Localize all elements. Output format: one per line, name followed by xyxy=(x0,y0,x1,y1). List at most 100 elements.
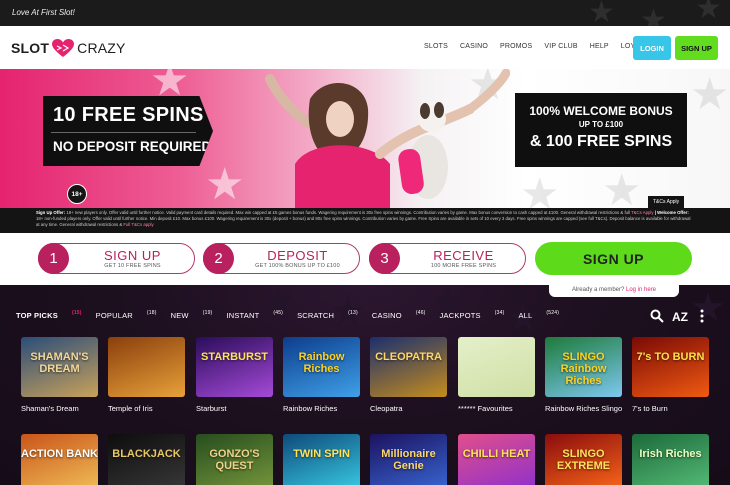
game-logo-text: STARBURST xyxy=(200,351,268,363)
game-thumbnail xyxy=(108,337,185,397)
game-tile[interactable]: 7's TO BURN xyxy=(632,337,709,397)
divider xyxy=(51,132,196,133)
game-tile[interactable]: SLINGO EXTREME xyxy=(545,434,622,485)
decor-star-icon: ★ xyxy=(205,160,245,209)
game-logo-text: SHAMAN'S DREAM xyxy=(30,351,89,375)
logo-word-crazy: CRAZY xyxy=(77,40,126,56)
game-tile[interactable] xyxy=(108,337,185,397)
filter-label: SCRATCH xyxy=(297,310,335,320)
game-tile[interactable]: Irish Riches xyxy=(632,434,709,485)
nav-casino[interactable]: CASINO xyxy=(460,43,488,50)
game-logo-text: SLINGO EXTREME xyxy=(556,448,611,472)
already-member-note: Already a member? Log in here xyxy=(549,284,679,297)
step-title: RECEIVE xyxy=(433,248,494,263)
sort-az-icon[interactable]: AZ xyxy=(672,310,688,324)
game-logo-text: Irish Riches xyxy=(639,448,702,460)
game-name[interactable]: Rainbow Riches Slingo xyxy=(545,403,625,415)
steps-bar: 1 SIGN UP GET 10 FREE SPINS 2 DEPOSIT GE… xyxy=(0,233,730,285)
filter-count: (34) xyxy=(494,310,505,316)
step-title: DEPOSIT xyxy=(267,248,328,263)
filter-count: (45) xyxy=(273,310,284,316)
filter-tab-new[interactable]: NEW (19) xyxy=(171,310,213,320)
nav-help[interactable]: HELP xyxy=(590,43,609,50)
step-number: 3 xyxy=(369,242,400,274)
age-restriction-badge: 18+ xyxy=(67,184,87,204)
terms-label: Sign Up Offer: xyxy=(36,210,66,215)
game-name[interactable]: Temple of Iris xyxy=(108,403,188,415)
filter-tab-scratch[interactable]: SCRATCH (13) xyxy=(297,310,358,320)
step-subtitle: 100 MORE FREE SPINS xyxy=(430,263,497,269)
terms-link[interactable]: T&Cs Apply xyxy=(631,210,653,215)
filter-count: (19) xyxy=(202,310,213,316)
game-tile[interactable]: BLACKJACK xyxy=(108,434,185,485)
no-deposit-text: NO DEPOSIT REQUIRED xyxy=(53,139,212,154)
game-tile[interactable]: CHILLI HEAT xyxy=(458,434,535,485)
filter-label: CASINO xyxy=(371,310,402,320)
more-options-icon[interactable] xyxy=(699,309,705,323)
filter-label: NEW xyxy=(170,310,189,320)
step-signup[interactable]: 1 SIGN UP GET 10 FREE SPINS xyxy=(38,242,195,274)
logo[interactable]: SLOT CRAZY xyxy=(11,38,126,58)
game-name[interactable]: Cleopatra xyxy=(370,403,450,415)
filter-count: (524) xyxy=(546,310,560,316)
game-tile[interactable]: Rainbow Riches xyxy=(283,337,360,397)
game-tile[interactable]: ACTION BANK xyxy=(21,434,98,485)
game-tile[interactable]: GONZO'S QUEST xyxy=(196,434,273,485)
game-logo-text: Rainbow Riches xyxy=(298,351,345,375)
hero-woman-with-dog-image xyxy=(265,69,510,209)
filter-count: (18) xyxy=(146,310,157,316)
game-tile[interactable]: TWIN SPIN xyxy=(283,434,360,485)
game-tile[interactable]: SLINGO Rainbow Riches xyxy=(545,337,622,397)
game-tile[interactable]: CLEOPATRA xyxy=(370,337,447,397)
header-signup-button[interactable]: SIGN UP xyxy=(675,36,718,60)
filter-tab-popular[interactable]: POPULAR (18) xyxy=(96,310,157,320)
nav-promos[interactable]: PROMOS xyxy=(500,43,532,50)
filter-tab-casino[interactable]: CASINO (46) xyxy=(372,310,426,320)
bonus-cap-text: UP TO £100 xyxy=(578,120,624,129)
game-name[interactable]: ****** Favourites xyxy=(458,403,538,415)
search-icon[interactable] xyxy=(650,309,664,323)
filter-tab-top-picks[interactable]: TOP PICKS (15) xyxy=(16,310,82,320)
tcs-apply-link[interactable]: T&Cs Apply xyxy=(648,196,685,208)
decor-star-icon: ★ xyxy=(690,70,730,119)
game-logo-text: BLACKJACK xyxy=(112,448,181,460)
step-deposit[interactable]: 2 DEPOSIT GET 100% BONUS UP TO £100 xyxy=(203,242,360,274)
game-logo-text: Millionaire Genie xyxy=(381,448,436,472)
step-title: SIGN UP xyxy=(104,248,161,263)
filter-count: (15) xyxy=(71,310,82,316)
game-name[interactable]: 7's to Burn xyxy=(632,403,712,415)
game-tile[interactable]: SHAMAN'S DREAM xyxy=(21,337,98,397)
game-logo-text: 7's TO BURN xyxy=(636,351,705,363)
game-logo-text: SLINGO Rainbow Riches xyxy=(560,351,607,387)
filter-label: JACKPOTS xyxy=(439,310,481,320)
game-tile[interactable] xyxy=(458,337,535,397)
filter-tab-jackpots[interactable]: JACKPOTS (34) xyxy=(440,310,505,320)
login-here-link[interactable]: Log in here xyxy=(626,287,656,293)
game-logo-text: CLEOPATRA xyxy=(375,351,442,363)
decor-star-icon: ★ xyxy=(640,4,667,27)
game-name[interactable]: Starburst xyxy=(196,403,276,415)
site-header: SLOT CRAZY SLOTS CASINO PROMOS VIP CLUB … xyxy=(0,26,730,69)
terms-label: | Welcome Offer: xyxy=(653,210,689,215)
nav-slots[interactable]: SLOTS xyxy=(424,43,448,50)
nav-vip-club[interactable]: VIP CLUB xyxy=(544,43,577,50)
step-subtitle: GET 100% BONUS UP TO £100 xyxy=(255,263,340,269)
step-receive[interactable]: 3 RECEIVE 100 MORE FREE SPINS xyxy=(369,242,526,274)
filter-label: ALL xyxy=(518,310,533,320)
logo-word-slot: SLOT xyxy=(11,40,50,56)
main-signup-button[interactable]: SIGN UP xyxy=(535,242,692,275)
terms-link[interactable]: Full T&Cs apply xyxy=(123,222,153,227)
game-name[interactable]: Shaman's Dream xyxy=(21,403,101,415)
game-logo-text: GONZO'S QUEST xyxy=(209,448,260,472)
free-spins-offer-text: & 100 FREE SPINS xyxy=(529,133,673,150)
game-name[interactable]: Rainbow Riches xyxy=(283,403,363,415)
login-button[interactable]: LOGIN xyxy=(633,36,671,60)
step-subtitle: GET 10 FREE SPINS xyxy=(104,263,161,269)
filter-label: TOP PICKS xyxy=(16,310,58,320)
filter-tab-instant[interactable]: INSTANT (45) xyxy=(226,310,283,320)
welcome-bonus-panel: 100% WELCOME BONUS UP TO £100 & 100 FREE… xyxy=(515,93,687,167)
game-tile[interactable]: STARBURST xyxy=(196,337,273,397)
game-tile[interactable]: Millionaire Genie xyxy=(370,434,447,485)
filter-tab-all[interactable]: ALL (524) xyxy=(518,310,559,320)
filter-count: (13) xyxy=(348,310,358,316)
